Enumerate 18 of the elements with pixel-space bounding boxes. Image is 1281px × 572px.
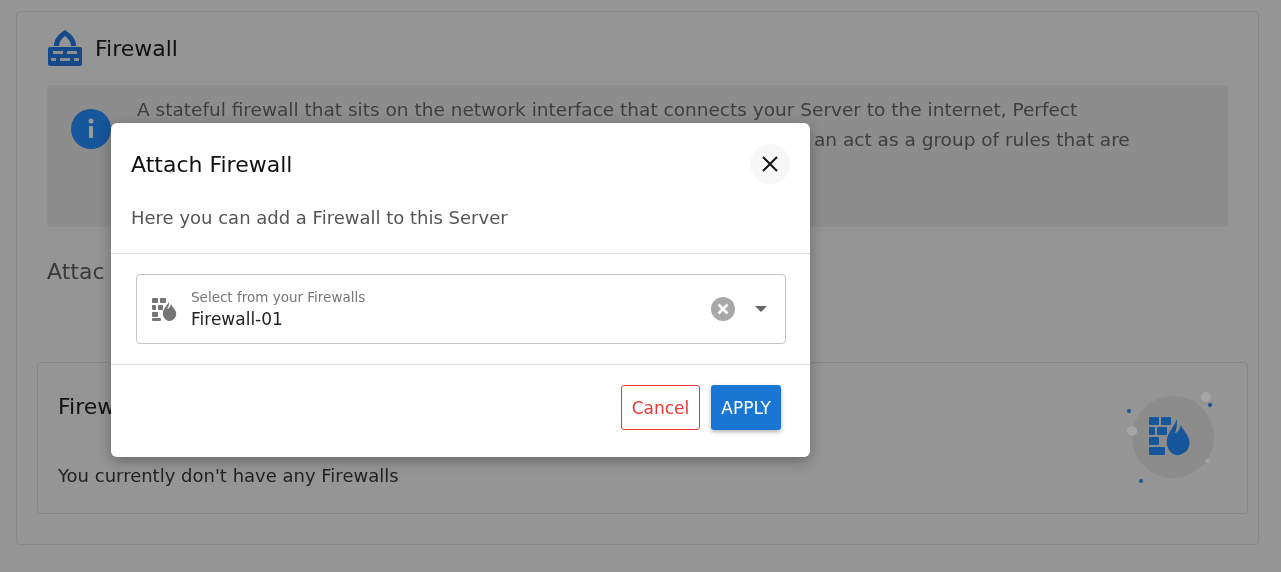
section-heading: Attac [47, 259, 106, 284]
page-title: Firewall [95, 35, 178, 61]
close-button[interactable] [750, 144, 790, 184]
firewall-select[interactable]: Select from your Firewalls Firewall-01 [136, 274, 786, 344]
apply-button[interactable]: APPLY [711, 385, 781, 430]
select-label: Select from your Firewalls [191, 289, 367, 305]
firewall-icon [151, 296, 177, 322]
cancel-button[interactable]: Cancel [620, 385, 701, 430]
info-icon [71, 109, 111, 149]
dialog-title: Attach Firewall [131, 151, 293, 177]
empty-message: You currently don't have any Firewalls [58, 465, 399, 486]
dropdown-caret-icon[interactable] [755, 306, 767, 312]
info-text: A stateful firewall that sits on the network interface that connects your Server to the internet, Perfect [137, 98, 1079, 122]
info-text: an act as a group of rules that are [814, 128, 1130, 152]
dialog-subtitle: Here you can add a Firewall to this Server [130, 206, 509, 230]
firewall-icon [47, 29, 83, 67]
close-icon[interactable] [761, 155, 779, 173]
selected-value: Firewall-01 [191, 309, 284, 329]
